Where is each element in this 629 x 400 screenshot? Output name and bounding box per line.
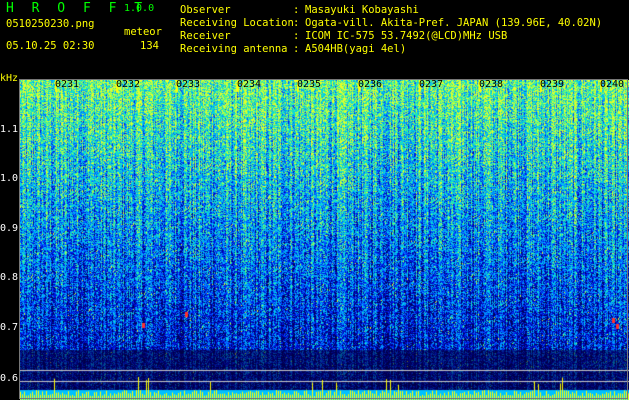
x-tick-label: 0233 <box>176 79 201 90</box>
y-tick-label: 0.7 <box>0 322 19 333</box>
observer-value: Masayuki Kobayashi <box>305 4 419 16</box>
colon: : <box>293 30 300 42</box>
y-tick-label: 0.6 <box>0 373 19 384</box>
location-value: Ogata-vill. Akita-Pref. JAPAN (139.96E, … <box>305 17 603 29</box>
y-axis-label: kHz <box>0 73 19 84</box>
app-version: 1.0.0 <box>124 3 155 14</box>
colon: : <box>293 4 300 16</box>
observer-label: Observer <box>180 4 231 16</box>
x-tick-label: 0232 <box>116 79 141 90</box>
counter-label: meteor <box>124 26 162 38</box>
file-datetime: 05.10.25 02:30 <box>6 40 95 52</box>
receiver-label: Receiver <box>180 30 231 42</box>
file-name: 0510250230.png <box>6 18 95 30</box>
x-tick-label: 0238 <box>479 79 504 90</box>
y-tick-label: 1.1 <box>0 124 19 135</box>
x-tick-label: 0231 <box>55 79 80 90</box>
x-tick-label: 0239 <box>540 79 565 90</box>
antenna-value: A504HB(yagi 4el) <box>305 43 407 55</box>
location-label: Receiving Location <box>180 17 294 29</box>
x-tick-label: 0240 <box>600 79 625 90</box>
y-tick-label: 0.8 <box>0 272 19 283</box>
x-tick-label: 0237 <box>419 79 444 90</box>
spectrogram-frame <box>19 79 628 399</box>
colon: : <box>293 17 300 29</box>
x-tick-label: 0234 <box>237 79 262 90</box>
colon: : <box>293 43 300 55</box>
receiver-value: ICOM IC-575 53.7492(@LCD)MHz USB <box>305 30 508 42</box>
x-tick-label: 0236 <box>358 79 383 90</box>
y-tick-label: 1.0 <box>0 173 19 184</box>
counter-value: 134 <box>140 40 159 52</box>
y-tick-label: 0.9 <box>0 223 19 234</box>
antenna-label: Receiving antenna <box>180 43 288 55</box>
x-tick-label: 0235 <box>297 79 322 90</box>
